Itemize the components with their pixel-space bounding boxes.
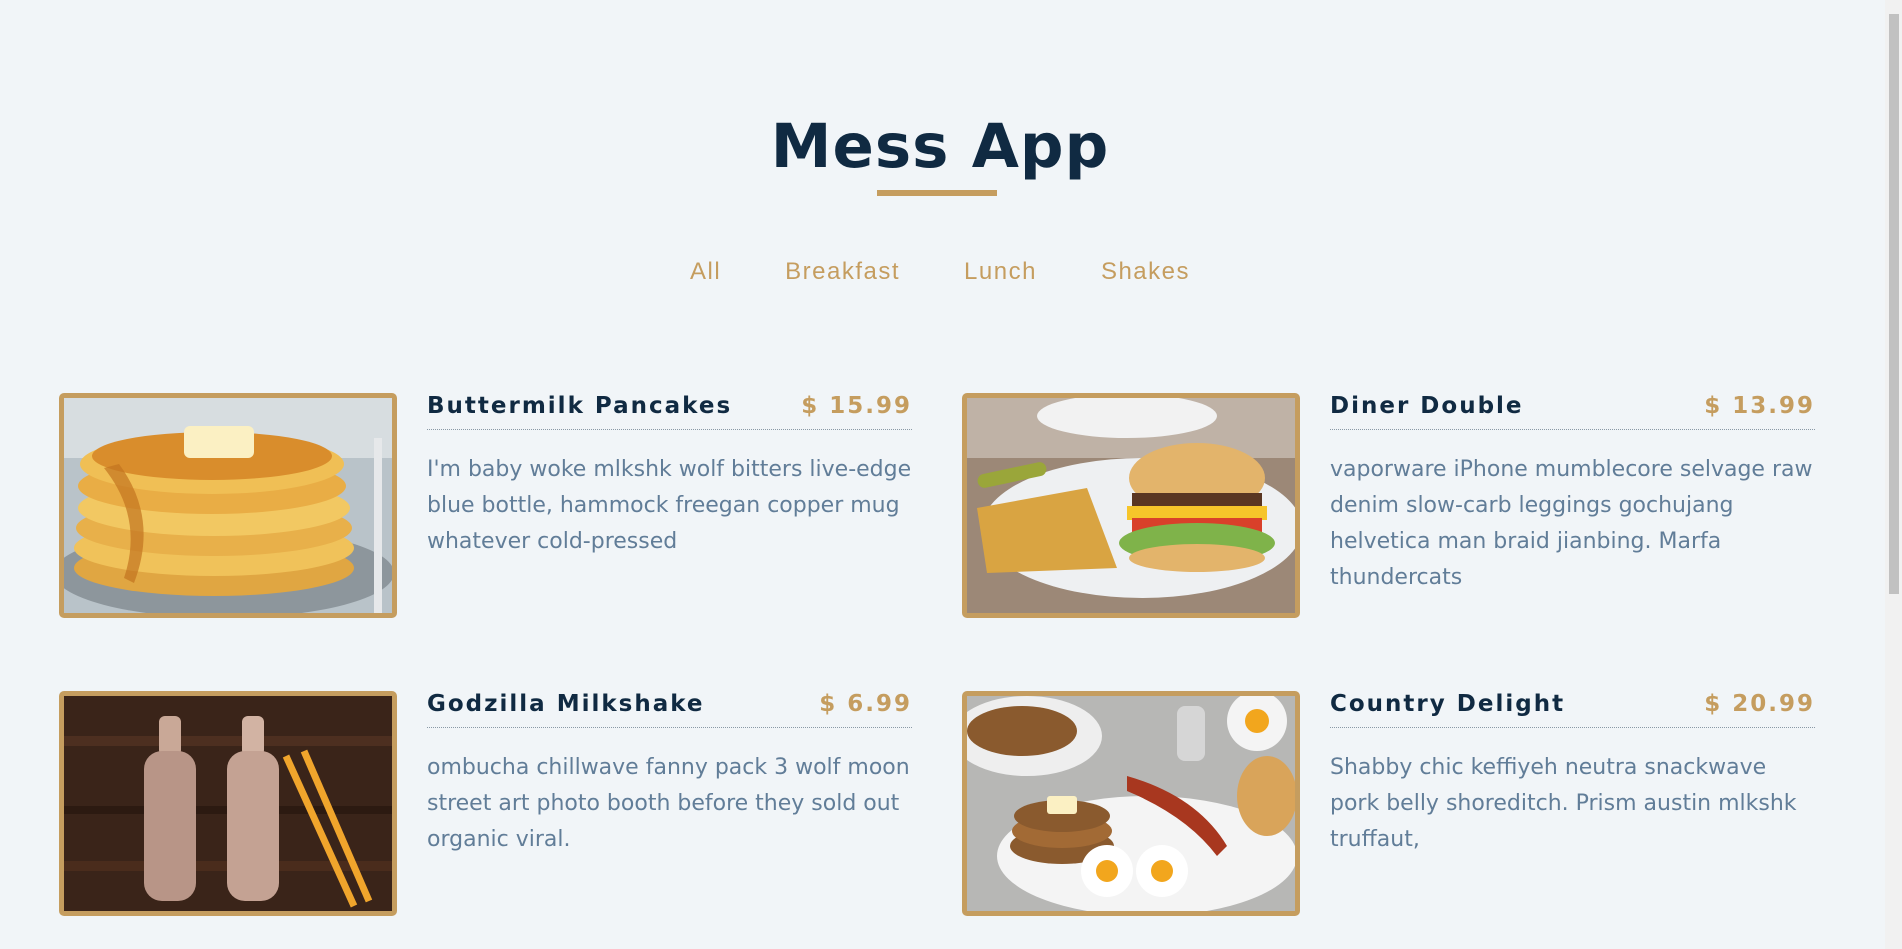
filter-bar: All Breakfast Lunch Shakes xyxy=(0,254,1880,290)
menu-item-info: Country Delight $ 20.99 Shabby chic keff… xyxy=(1330,691,1815,858)
filter-all-button[interactable]: All xyxy=(690,254,721,290)
menu-item-price: $ 6.99 xyxy=(819,691,912,717)
title-underline xyxy=(877,190,997,196)
menu-item-description: vaporware iPhone mumblecore selvage raw … xyxy=(1330,457,1813,590)
menu-item-description: Shabby chic keffiyeh neutra snackwave po… xyxy=(1330,755,1797,852)
filter-breakfast-button[interactable]: Breakfast xyxy=(785,254,900,290)
menu-item: Buttermilk Pancakes $ 15.99 I'm baby wok… xyxy=(59,393,912,618)
scrollbar-thumb[interactable] xyxy=(1889,14,1899,594)
filter-shakes-button[interactable]: Shakes xyxy=(1101,254,1190,290)
menu-item-price: $ 15.99 xyxy=(801,393,912,419)
page-title: Mess App xyxy=(770,111,1110,182)
menu-item: Diner Double $ 13.99 vaporware iPhone mu… xyxy=(962,393,1815,618)
filter-lunch-button[interactable]: Lunch xyxy=(964,254,1037,290)
breakfast-plate-photo xyxy=(962,691,1300,916)
menu-item-name: Godzilla Milkshake xyxy=(427,691,705,717)
menu-item-description: I'm baby woke mlkshk wolf bitters live-e… xyxy=(427,457,912,554)
menu-item: Country Delight $ 20.99 Shabby chic keff… xyxy=(962,691,1815,916)
menu-item-name: Country Delight xyxy=(1330,691,1566,717)
menu-item-info: Godzilla Milkshake $ 6.99 ombucha chillw… xyxy=(427,691,912,858)
menu-item-description: ombucha chillwave fanny pack 3 wolf moon… xyxy=(427,755,910,852)
menu-item-header: Buttermilk Pancakes $ 15.99 xyxy=(427,393,912,430)
menu-item-price: $ 20.99 xyxy=(1704,691,1815,717)
page: Mess App All Breakfast Lunch Shakes Butt… xyxy=(0,0,1902,949)
menu-item-price: $ 13.99 xyxy=(1704,393,1815,419)
menu-item-name: Buttermilk Pancakes xyxy=(427,393,733,419)
menu-item-name: Diner Double xyxy=(1330,393,1524,419)
milkshake-photo xyxy=(59,691,397,916)
vertical-scrollbar[interactable] xyxy=(1885,0,1902,949)
menu-item-header: Country Delight $ 20.99 xyxy=(1330,691,1815,728)
burger-photo xyxy=(962,393,1300,618)
menu-item-header: Godzilla Milkshake $ 6.99 xyxy=(427,691,912,728)
menu-item: Godzilla Milkshake $ 6.99 ombucha chillw… xyxy=(59,691,912,916)
menu-item-info: Diner Double $ 13.99 vaporware iPhone mu… xyxy=(1330,393,1815,596)
menu-item-info: Buttermilk Pancakes $ 15.99 I'm baby wok… xyxy=(427,393,912,560)
menu-item-header: Diner Double $ 13.99 xyxy=(1330,393,1815,430)
pancakes-photo xyxy=(59,393,397,618)
